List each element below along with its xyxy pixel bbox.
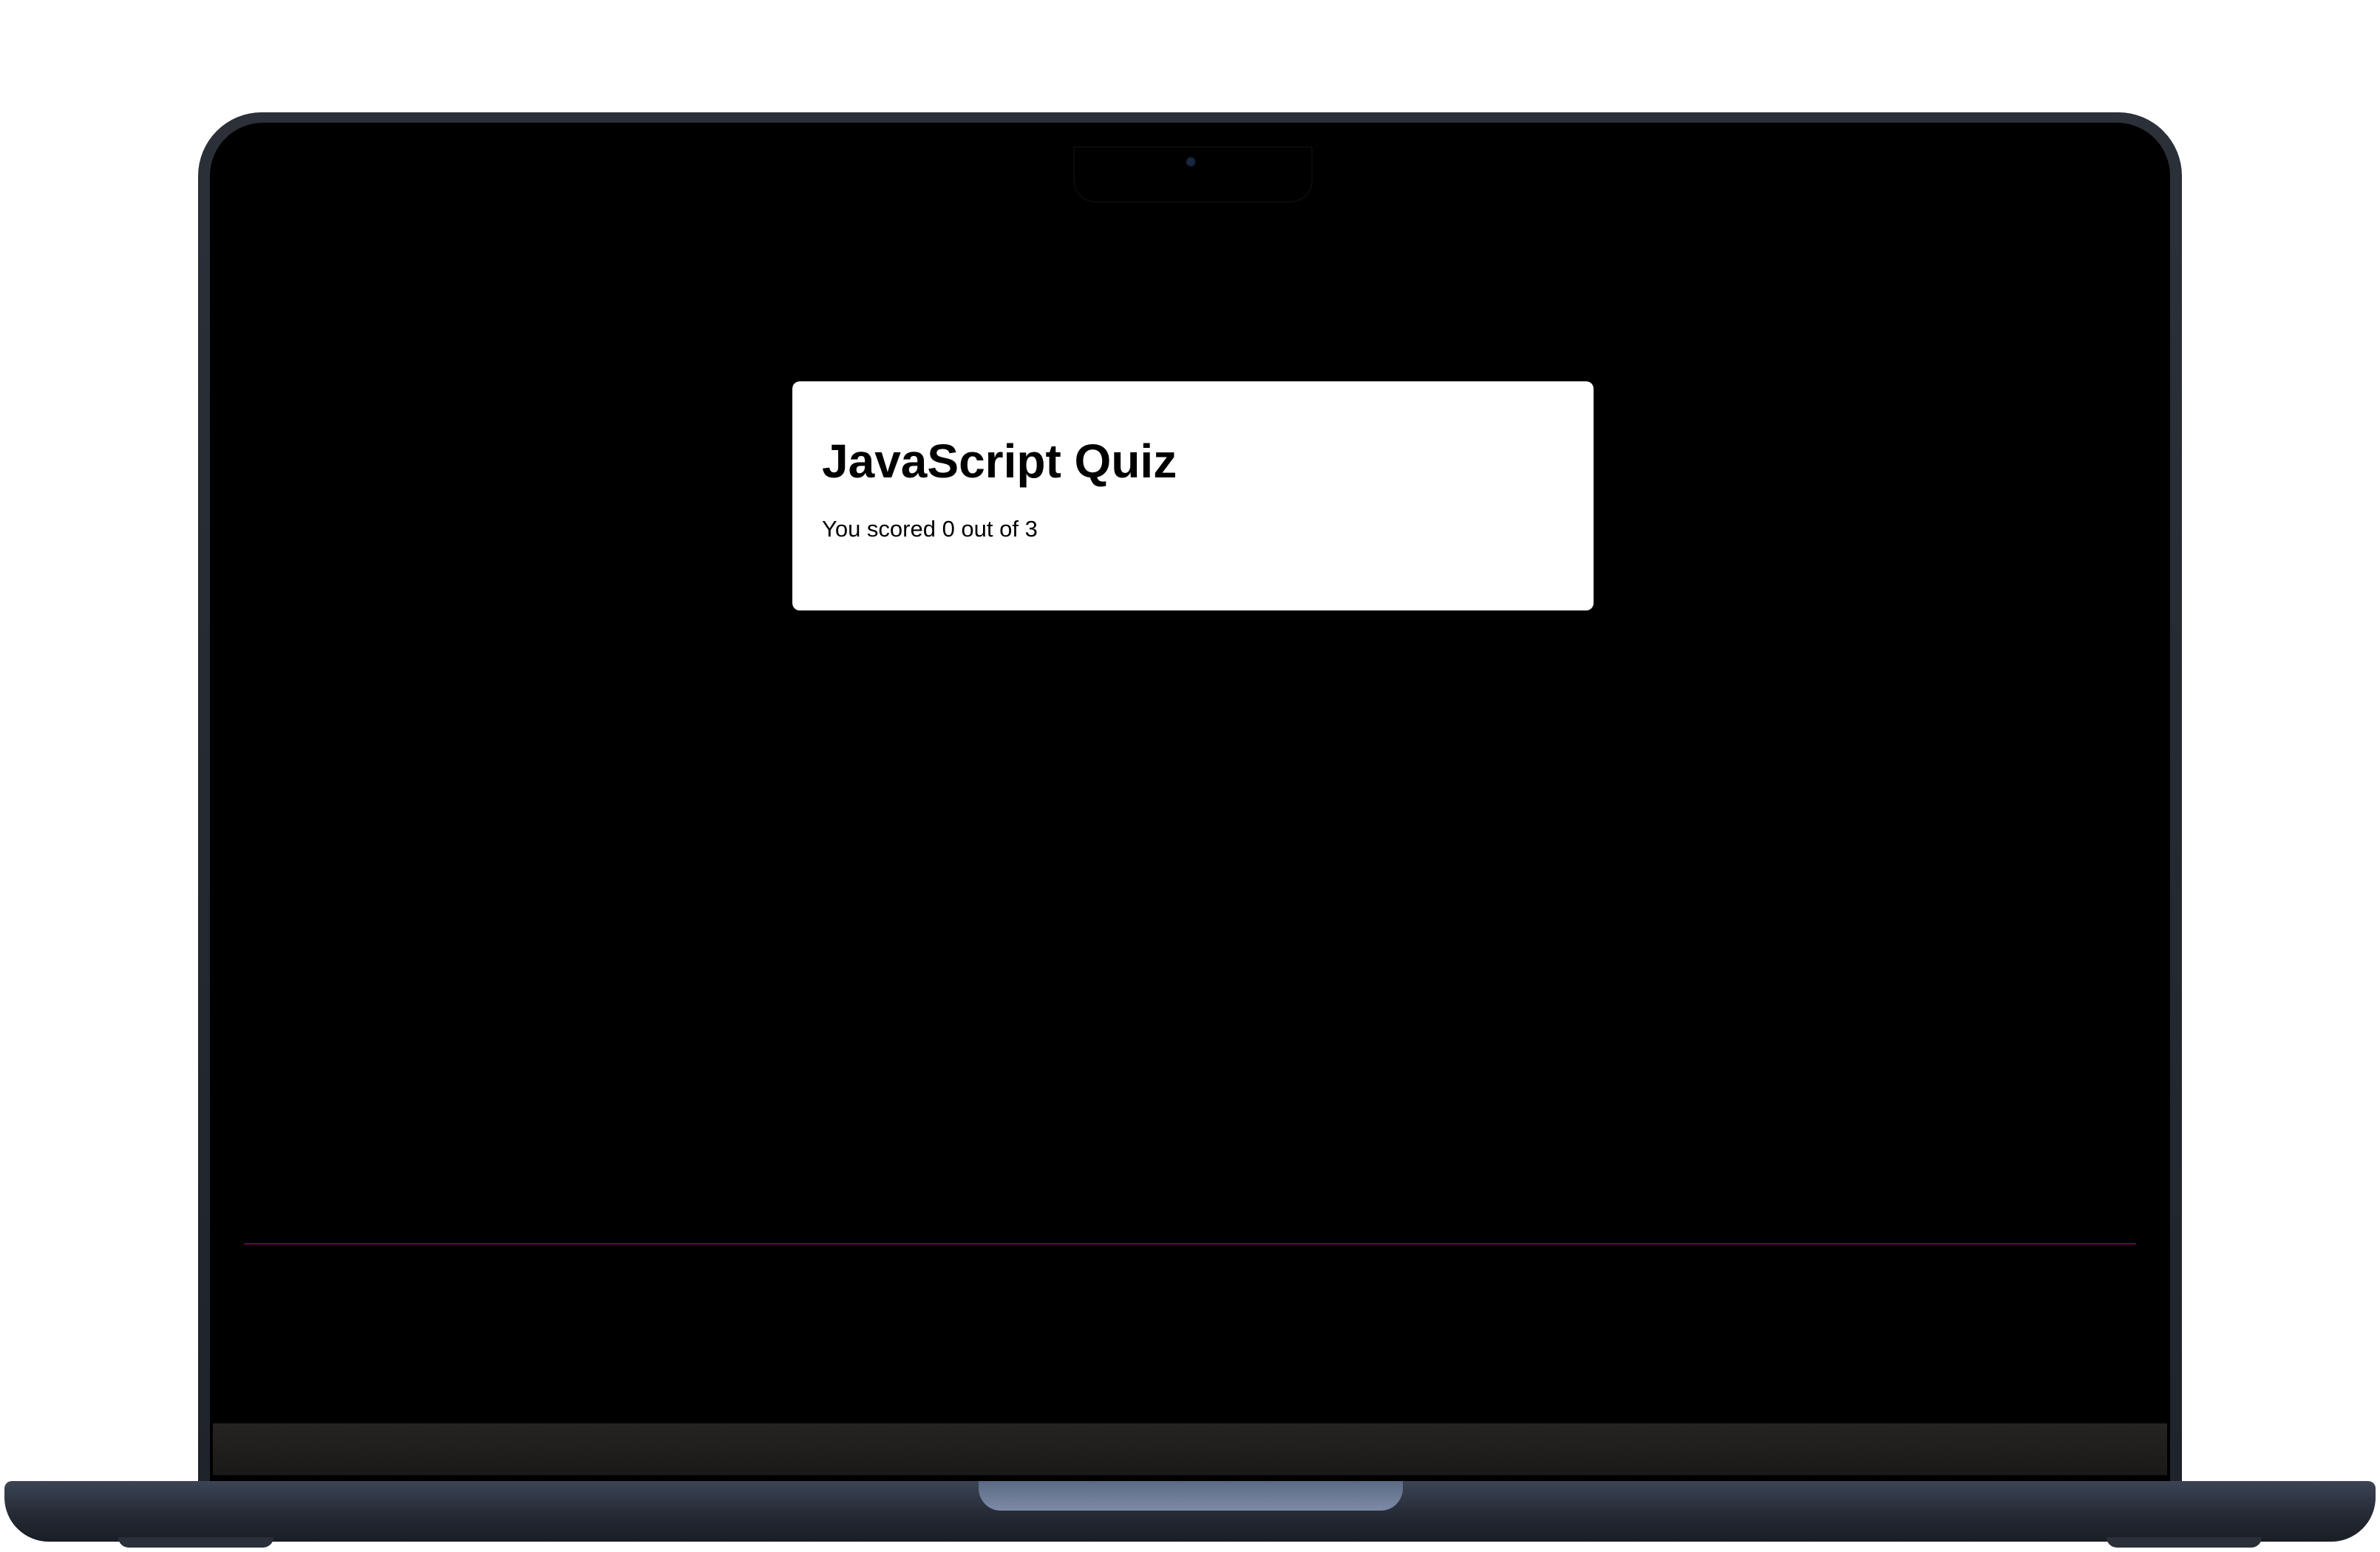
camera-notch	[1075, 148, 1311, 201]
trackpad-lip	[979, 1481, 1403, 1511]
divider-line	[244, 1243, 2136, 1245]
quiz-score-text: You scored 0 out of 3	[822, 516, 1038, 542]
screen-chin	[213, 1423, 2167, 1475]
device-mockup: JavaScript Quiz You scored 0 out of 3	[0, 0, 2380, 1552]
right-foot	[2107, 1537, 2262, 1548]
quiz-card: JavaScript Quiz You scored 0 out of 3	[792, 381, 1594, 610]
quiz-title: JavaScript Quiz	[822, 435, 1177, 488]
left-foot	[118, 1537, 273, 1548]
screen: JavaScript Quiz You scored 0 out of 3	[235, 160, 2145, 1423]
camera-icon	[1187, 158, 1194, 166]
